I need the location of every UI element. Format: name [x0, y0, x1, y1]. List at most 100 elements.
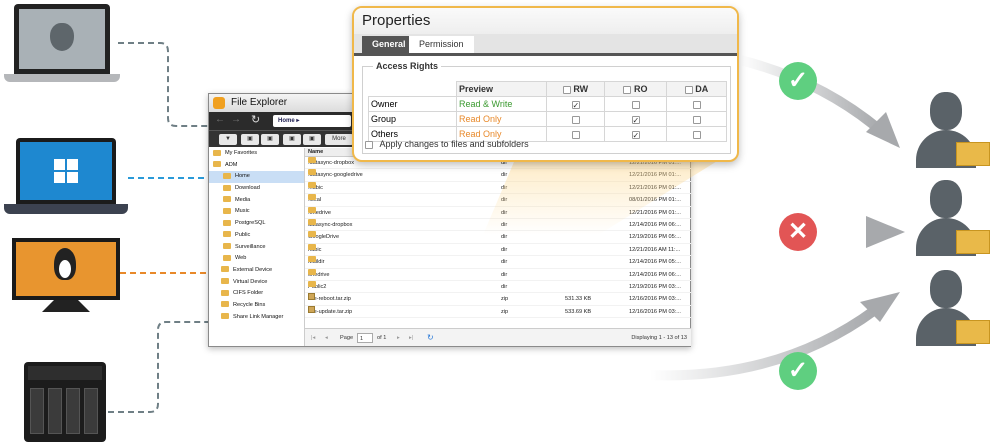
first-page-icon[interactable]: |◂ — [311, 329, 315, 347]
apply-subfolders-checkbox[interactable] — [365, 140, 373, 149]
table-row[interactable]: Public2 dir 12/19/2016 PM 03:... — [305, 280, 691, 294]
file-type: dir — [501, 271, 508, 278]
sidebar-item[interactable]: PostgreSQL — [209, 218, 304, 230]
sidebar-tree: My Favorites ADM Home Download Media Music Pos… — [209, 148, 305, 346]
access-row: Group Read Only ✓ — [368, 111, 727, 127]
move-button[interactable]: ▣ — [303, 134, 321, 145]
rw-checkbox[interactable] — [571, 115, 580, 124]
forward-icon[interactable]: → — [231, 114, 241, 125]
copy-button[interactable]: ▣ — [283, 134, 301, 145]
da-all-checkbox[interactable] — [684, 85, 693, 94]
windows-icon — [20, 142, 112, 200]
access-rights-group: Access Rights Preview RW RO DA Owner Read… — [362, 61, 731, 154]
table-row[interactable]: Pre-update.tar.zip zip 533.69 KB 12/16/2016… — [305, 305, 691, 319]
sidebar-item[interactable]: Download — [209, 183, 304, 195]
file-name: Maildir — [308, 256, 324, 268]
path-field[interactable]: Home ▸ — [273, 115, 351, 127]
folder-icon — [308, 243, 316, 250]
file-type: dir — [501, 259, 508, 266]
da-checkbox[interactable] — [692, 100, 701, 109]
display-count: Displaying 1 - 13 of 13 — [631, 335, 687, 341]
file-name: .local — [308, 194, 321, 206]
folder-icon — [223, 196, 231, 203]
sidebar-item[interactable]: Recycle Bins — [209, 300, 304, 312]
folder-icon — [956, 230, 990, 254]
rw-checkbox[interactable]: ✓ — [571, 100, 580, 109]
da-checkbox[interactable] — [692, 130, 701, 139]
ro-all-checkbox[interactable] — [623, 85, 632, 94]
next-page-icon[interactable]: ▸ — [397, 329, 400, 347]
prev-page-icon[interactable]: ◂ — [325, 329, 328, 347]
folder-icon — [221, 266, 229, 273]
file-date: 12/19/2016 PM 05:... — [629, 234, 681, 241]
tab-permission[interactable]: Permission — [409, 36, 474, 53]
sidebar-item[interactable]: Web — [209, 253, 304, 265]
folder-icon — [308, 157, 316, 163]
folder-icon — [308, 231, 316, 238]
new-button[interactable]: ▼ — [219, 134, 237, 145]
folder-icon — [221, 301, 229, 308]
access-rights-legend: Access Rights — [373, 61, 442, 71]
access-row-label: Group — [368, 111, 457, 127]
table-row[interactable]: onedrive dir 12/14/2016 PM 06:... — [305, 268, 691, 281]
folder-icon — [956, 142, 990, 166]
ro-checkbox[interactable] — [631, 100, 640, 109]
nas-device — [24, 362, 106, 442]
folder-icon — [223, 172, 231, 179]
table-row[interactable]: Maildir dir 12/14/2016 PM 05:... — [305, 256, 691, 269]
sidebar-item[interactable]: ADM — [209, 160, 304, 172]
file-name: GoogleDrive — [308, 231, 339, 243]
folder-icon — [221, 278, 229, 285]
ro-checkbox[interactable]: ✓ — [631, 130, 640, 139]
sidebar-item[interactable]: Public — [209, 230, 304, 242]
tab-general[interactable]: General — [362, 36, 416, 53]
folder-icon — [223, 219, 231, 226]
upload-button[interactable]: ▣ — [241, 134, 259, 145]
apply-subfolders-label: Apply changes to files and subfolders — [379, 139, 529, 149]
file-name: Pre-update.tar.zip — [308, 305, 352, 318]
file-size: 533.69 KB — [565, 308, 592, 315]
folder-icon — [223, 243, 231, 250]
column-rw: RW — [546, 81, 605, 97]
folder-icon — [221, 313, 229, 320]
folder-icon — [308, 218, 316, 225]
access-preview: Read Only — [456, 111, 547, 127]
back-icon[interactable]: ← — [215, 114, 225, 125]
sidebar-item[interactable]: Share Link Manager — [209, 312, 304, 324]
ro-checkbox[interactable]: ✓ — [631, 115, 640, 124]
table-row[interactable]: hubic dir 12/21/2016 AM 11:... — [305, 243, 691, 257]
more-button[interactable]: More — [325, 134, 353, 145]
folder-icon — [956, 320, 990, 344]
allow-check-icon: ✓ — [779, 62, 817, 100]
deny-x-icon: ✕ — [779, 213, 817, 251]
file-size: 531.33 KB — [565, 296, 592, 303]
folder-icon — [308, 206, 316, 213]
folder-icon — [308, 256, 316, 263]
page-label: Page — [340, 335, 354, 341]
sidebar-item[interactable]: Music — [209, 206, 304, 218]
sidebar-item[interactable]: External Device — [209, 265, 304, 277]
last-page-icon[interactable]: ▸| — [409, 329, 413, 347]
allow-check-icon-2: ✓ — [779, 352, 817, 390]
sidebar-item[interactable]: Surveillance — [209, 242, 304, 254]
zip-icon — [308, 293, 315, 301]
apply-subfolders-option[interactable]: Apply changes to files and subfolders — [365, 139, 529, 149]
refresh-list-icon[interactable]: ↻ — [427, 329, 434, 347]
zip-icon — [308, 305, 315, 313]
file-name: .datasync-dropbox — [308, 157, 354, 169]
sidebar-item[interactable]: Media — [209, 195, 304, 207]
sidebar-item[interactable]: CIFS Folder — [209, 288, 304, 300]
sidebar-item[interactable]: My Favorites — [209, 148, 304, 160]
folder-button[interactable]: ▣ — [261, 134, 279, 145]
table-row[interactable]: Pre-reboot.tar.zip zip 531.33 KB 12/16/2016… — [305, 293, 691, 306]
column-preview: Preview — [456, 81, 547, 97]
linux-monitor — [12, 238, 120, 312]
refresh-icon[interactable]: ↻ — [251, 113, 260, 126]
file-date: 12/16/2016 PM 03:... — [629, 308, 681, 315]
rw-all-checkbox[interactable] — [562, 85, 571, 94]
sidebar-item[interactable]: Home — [209, 171, 304, 184]
da-checkbox[interactable] — [692, 115, 701, 124]
page-input[interactable]: 1 — [357, 333, 373, 343]
rw-checkbox[interactable] — [571, 130, 580, 139]
sidebar-item[interactable]: Virtual Device — [209, 277, 304, 289]
